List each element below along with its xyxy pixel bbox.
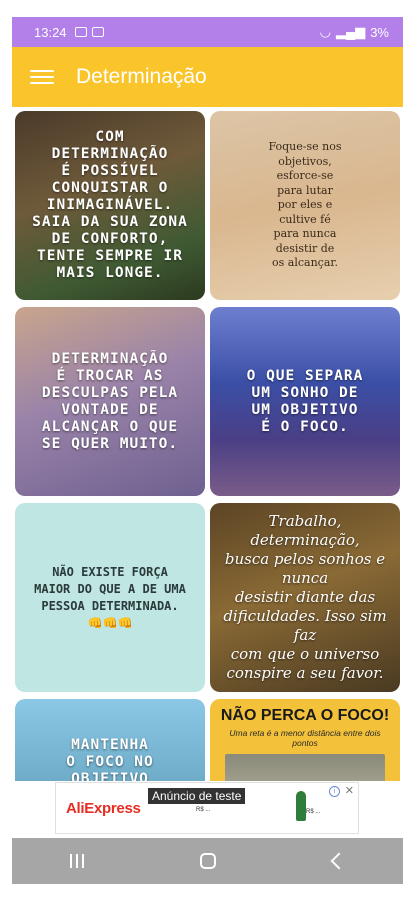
quote-subtext: Uma reta é a menor distância entre dois … (229, 728, 381, 748)
quote-heading: NÃO PERCA O FOCO! (220, 707, 390, 724)
quote-card[interactable]: Mantenha o foco no objetivo (15, 699, 205, 781)
quote-card[interactable]: Foque-se nos objetivos, esforce-se para … (210, 111, 400, 300)
quote-card[interactable]: Com determinação é possível conquistar o… (15, 111, 205, 300)
home-icon[interactable] (200, 853, 217, 869)
quote-card[interactable]: NÃO PERCA O FOCO! Uma reta é a menor dis… (210, 699, 400, 781)
ad-figure-price: R$ ... (306, 809, 321, 815)
wifi-icon: ◡ (319, 24, 331, 39)
status-bar: 13:24 ◡ ▂▄▆ 3% (12, 17, 403, 47)
recent-apps-icon[interactable] (70, 854, 85, 868)
ad-brand: AliExpress (66, 800, 141, 817)
ad-banner[interactable]: AliExpress Anúncio de teste R$ ... R$ ..… (55, 782, 359, 834)
gallery-notification-icon (74, 27, 87, 37)
system-nav-bar (12, 838, 403, 884)
ad-product-price: R$ ... (196, 807, 211, 813)
ad-info-icon[interactable]: i (329, 786, 340, 797)
maze-image (225, 754, 385, 781)
back-icon[interactable] (330, 852, 348, 870)
quote-text: Trabalho, determinação, busca pelos sonh… (223, 512, 387, 682)
quote-card[interactable]: Trabalho, determinação, busca pelos sonh… (210, 503, 400, 692)
ad-figure-image (296, 791, 306, 821)
battery-level: 3% (370, 24, 389, 40)
signal-icon: ▂▄▆ (335, 24, 366, 39)
page-title: Determinação (76, 65, 207, 88)
quote-text: Determinação é trocar as desculpas pela … (41, 350, 179, 452)
status-time: 13:24 (34, 24, 67, 40)
hamburger-menu-icon[interactable] (30, 66, 54, 88)
notification-icon (91, 27, 104, 37)
quote-card[interactable]: Determinação é trocar as desculpas pela … (15, 307, 205, 496)
quote-text: O que separa um sonho de um objetivo é o… (246, 367, 364, 435)
quote-text: NÃO EXISTE FORÇA MAIOR DO QUE A DE UMA P… (34, 564, 186, 630)
status-right: ◡ ▂▄▆ 3% (320, 24, 389, 40)
app-bar: Determinação (12, 47, 403, 107)
quote-text: Foque-se nos objetivos, esforce-se para … (268, 140, 342, 270)
quote-text: Com determinação é possível conquistar o… (32, 129, 188, 281)
quote-grid[interactable]: Com determinação é possível conquistar o… (12, 107, 403, 781)
ad-close-icon[interactable]: ✕ (345, 784, 354, 797)
ad-test-label: Anúncio de teste (148, 788, 246, 804)
quote-text: Mantenha o foco no objetivo (66, 737, 154, 781)
quote-card[interactable]: NÃO EXISTE FORÇA MAIOR DO QUE A DE UMA P… (15, 503, 205, 692)
quote-card[interactable]: O que separa um sonho de um objetivo é o… (210, 307, 400, 496)
